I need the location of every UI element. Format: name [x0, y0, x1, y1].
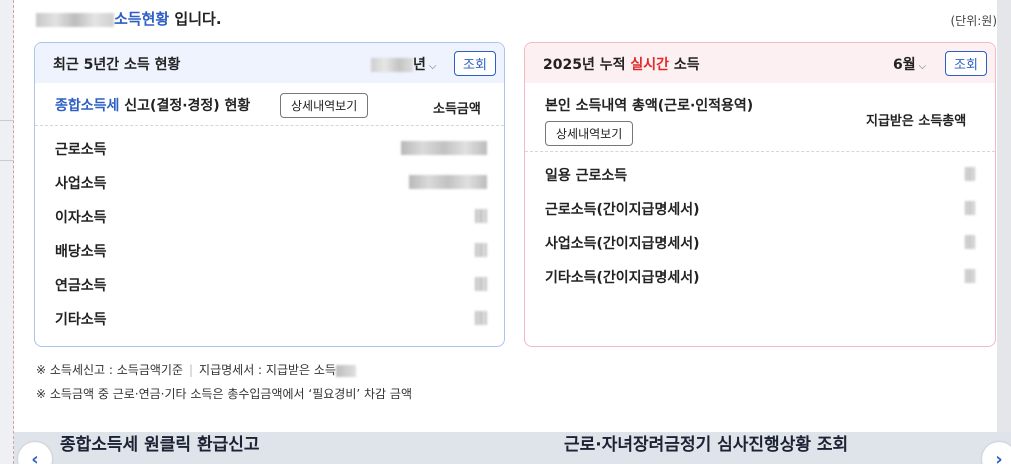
- masked-user-name: [36, 12, 114, 27]
- masked-value: [965, 269, 975, 283]
- masked-value: [965, 167, 975, 181]
- left-card-title: 최근 5년간 소득 현황: [53, 57, 181, 73]
- left-divider: [35, 125, 504, 126]
- banner-incentive-status[interactable]: 근로·자녀장려금정기 심사진행상황 조회: [564, 430, 848, 455]
- table-row: 사업소득(간이지급명세서): [545, 236, 700, 252]
- table-row: 일용 근로소득: [545, 168, 628, 184]
- right-query-button[interactable]: 조회: [945, 51, 987, 76]
- table-row: 근로소득: [55, 142, 107, 158]
- year-suffix: 년: [413, 57, 426, 73]
- month-select[interactable]: 6월 ⌵: [893, 54, 926, 74]
- left-card-header: 최근 5년간 소득 현황 년 ⌵ 조회: [35, 43, 504, 83]
- note-tax-filing: ※ 소득세신고 : 소득금액기준: [36, 363, 183, 377]
- recent-5-years-card: 최근 5년간 소득 현황 년 ⌵ 조회 종합소득세 신고(결정·경정) 현황 상세…: [34, 42, 505, 347]
- chevron-down-icon: ⌵: [428, 61, 437, 72]
- left-subtitle: 종합소득세 신고(결정·경정) 현황: [55, 95, 250, 115]
- title-suffix: 소득: [669, 57, 700, 73]
- subtitle-rest: 신고(결정·경정) 현황: [119, 98, 251, 114]
- banner-one-click-refund[interactable]: 종합소득세 원클릭 환급신고: [60, 430, 260, 455]
- masked-value: [409, 175, 487, 189]
- right-detail-button[interactable]: 상세내역보기: [545, 121, 634, 146]
- note-line-2: ※ 소득금액 중 근로·연금·기타 소득은 총수입금액에서 ‘필요경비’ 차감 …: [36, 387, 412, 401]
- subtitle-highlight: 종합소득세: [55, 98, 120, 114]
- note-payment-statement: 지급명세서 : 지급받은 소득: [199, 363, 336, 377]
- left-detail-button[interactable]: 상세내역보기: [280, 93, 369, 118]
- realtime-income-card: 2025년 누적 실시간 소득 6월 ⌵ 조회 본인 소득내역 총액(근로·인적용…: [524, 42, 996, 347]
- right-divider: [525, 151, 995, 152]
- masked-value: [475, 243, 487, 257]
- note-line-1: ※ 소득세신고 : 소득금액기준 | 지급명세서 : 지급받은 소득: [36, 361, 356, 378]
- table-row: 이자소득: [55, 210, 107, 226]
- left-column-header: 소득금액: [433, 102, 481, 117]
- title-prefix: 2025년 누적: [543, 57, 631, 73]
- unit-label: (단위:원): [950, 14, 997, 28]
- income-status-modal: 소득현황 입니다. (단위:원) 최근 5년간 소득 현황 년 ⌵ 조회 종합소득…: [14, 0, 997, 432]
- masked-value: [475, 311, 487, 325]
- table-row: 사업소득: [55, 176, 107, 192]
- right-subtitle: 본인 소득내역 총액(근로·인적용역): [545, 98, 754, 114]
- title-suffix: 입니다.: [169, 10, 222, 28]
- masked-value: [475, 277, 487, 291]
- masked-value: [401, 141, 487, 155]
- left-query-button[interactable]: 조회: [454, 51, 496, 76]
- month-value: 6월: [893, 57, 916, 73]
- title-highlight: 소득현황: [114, 10, 170, 28]
- table-row: 근로소득(간이지급명세서): [545, 202, 700, 218]
- title-realtime: 실시간: [630, 57, 669, 73]
- table-row: 기타소득: [55, 312, 107, 328]
- background-banner-area: 종합소득세 원클릭 환급신고 근로·자녀장려금정기 심사진행상황 조회: [14, 432, 1011, 464]
- masked-text: [335, 364, 356, 377]
- background-left-strip: [0, 0, 14, 464]
- masked-value: [475, 209, 487, 223]
- table-row: 배당소득: [55, 244, 107, 260]
- right-card-title: 2025년 누적 실시간 소득: [543, 54, 700, 74]
- page-title: 소득현황 입니다.: [36, 8, 222, 29]
- table-row: 기타소득(간이지급명세서): [545, 270, 700, 286]
- year-select[interactable]: 년 ⌵: [371, 54, 436, 74]
- masked-year: [371, 58, 413, 72]
- masked-value: [965, 235, 975, 249]
- masked-value: [965, 201, 975, 215]
- right-card-header: 2025년 누적 실시간 소득 6월 ⌵ 조회: [525, 43, 995, 83]
- background-right-strip: [997, 0, 1011, 432]
- table-row: 연금소득: [55, 278, 107, 294]
- chevron-down-icon: ⌵: [918, 61, 927, 72]
- right-column-header: 지급받은 소득총액: [866, 114, 967, 129]
